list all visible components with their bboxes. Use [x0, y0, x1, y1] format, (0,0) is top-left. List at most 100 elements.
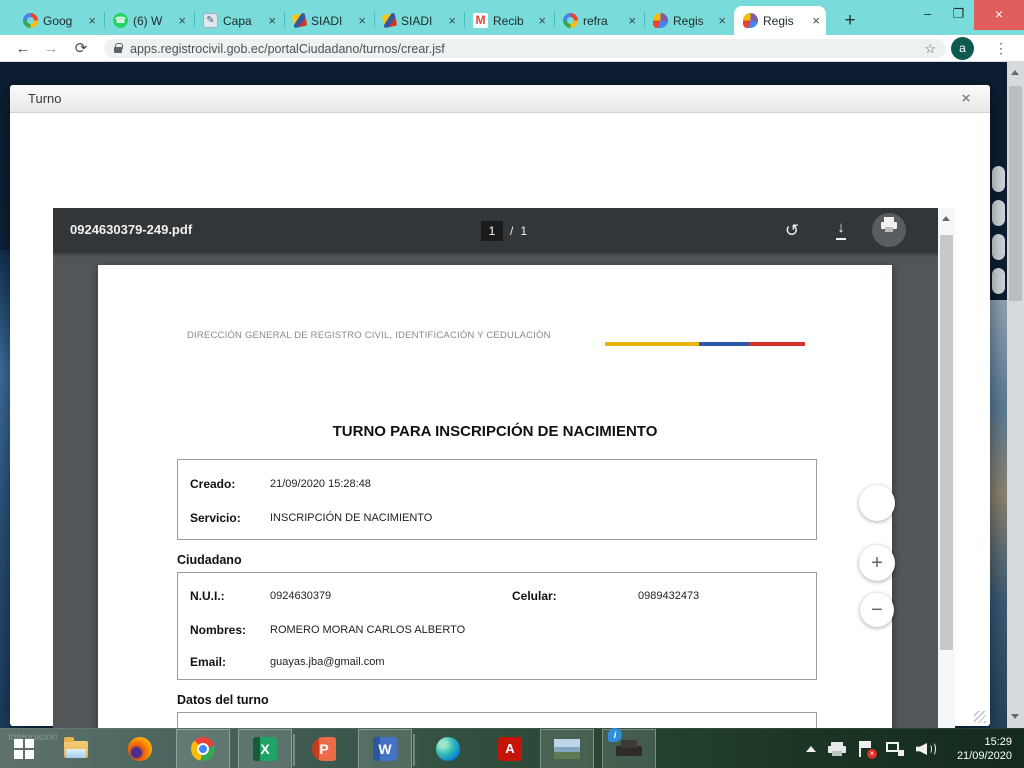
download-icon[interactable]: ↓: [829, 219, 853, 243]
tab-close-icon[interactable]: ×: [178, 13, 186, 28]
tab-separator: [554, 12, 555, 27]
tab-close-icon[interactable]: ×: [358, 13, 366, 28]
volume-icon[interactable]: [916, 741, 936, 757]
email-label: Email:: [190, 655, 226, 669]
tab-close-icon[interactable]: ×: [268, 13, 276, 28]
fit-to-page-button[interactable]: [859, 485, 895, 521]
creado-value: 21/09/2020 15:28:48: [270, 478, 371, 490]
window-close-button[interactable]: ×: [974, 0, 1024, 30]
dialog-resize-grip[interactable]: [974, 711, 986, 723]
tab-close-icon[interactable]: ×: [812, 13, 820, 28]
rotate-icon[interactable]: ↺: [780, 219, 804, 243]
dialog-header[interactable]: Turno ×: [10, 85, 990, 113]
tab-whatsapp[interactable]: ☎ (6) W ×: [104, 6, 192, 35]
start-button[interactable]: [2, 729, 46, 768]
nui-value: 0924630379: [270, 590, 331, 602]
firefox-button[interactable]: [118, 729, 162, 768]
windows-logo-icon: [14, 739, 34, 759]
powerpoint-button[interactable]: P: [302, 729, 346, 768]
dialog-close-icon[interactable]: ×: [956, 89, 976, 109]
tab-label: Goog: [43, 14, 83, 28]
file-explorer-button[interactable]: [54, 729, 98, 768]
taskbar-clock[interactable]: 15:29 21/09/2020: [938, 735, 1012, 763]
window-restore-button[interactable]: ❐: [943, 0, 974, 30]
google-favicon-icon: [23, 13, 38, 28]
gmail-favicon-icon: M: [473, 13, 488, 28]
printer-app-button[interactable]: i: [602, 729, 656, 768]
page-scrollbar[interactable]: [1007, 62, 1024, 728]
adobe-reader-button[interactable]: A: [488, 729, 532, 768]
tab-siadi-2[interactable]: SIADI ×: [374, 6, 462, 35]
tab-close-icon[interactable]: ×: [448, 13, 456, 28]
bookmark-star-icon[interactable]: ☆: [924, 41, 936, 57]
firefox-icon: [128, 737, 152, 761]
page-scrollbar-thumb[interactable]: [1009, 86, 1022, 301]
windows-taskbar: Integración X P W A: [0, 728, 1024, 768]
pdf-scroll-up-icon[interactable]: [942, 216, 950, 221]
print-button[interactable]: [872, 213, 906, 247]
tab-label: Recib: [493, 14, 533, 28]
tab-siadi-1[interactable]: SIADI ×: [284, 6, 372, 35]
ciudadano-heading: Ciudadano: [177, 553, 242, 567]
pdf-document-page: DIRECCIÓN GENERAL DE REGISTRO CIVIL, IDE…: [98, 265, 892, 761]
tab-google[interactable]: Goog ×: [14, 6, 102, 35]
new-tab-button[interactable]: +: [838, 9, 862, 33]
pdf-scrollbar-thumb[interactable]: [940, 235, 953, 650]
word-button[interactable]: W: [358, 729, 412, 768]
reload-button[interactable]: ⟳: [70, 38, 92, 60]
tab-close-icon[interactable]: ×: [718, 13, 726, 28]
profile-avatar[interactable]: a: [951, 37, 974, 60]
photo-viewer-button[interactable]: [540, 729, 594, 768]
tray-expand-icon[interactable]: [806, 746, 816, 752]
tab-close-icon[interactable]: ×: [88, 13, 96, 28]
celular-value: 0989432473: [638, 590, 699, 602]
action-center-flag-icon[interactable]: ×: [858, 741, 874, 757]
info-bubble-icon: i: [608, 728, 622, 742]
tab-label: SIADI: [311, 14, 353, 28]
siad-favicon-icon: [292, 13, 307, 28]
chrome-button[interactable]: [176, 729, 230, 768]
printer-icon: [881, 221, 897, 232]
url-text[interactable]: apps.registrocivil.gob.ec/portalCiudadan…: [130, 42, 916, 56]
menu-pill-fragment: [992, 166, 1005, 192]
adobe-reader-icon: A: [498, 737, 522, 761]
webpage-left-edge: [0, 250, 10, 728]
tray-printer-icon[interactable]: [828, 742, 846, 756]
excel-button[interactable]: X: [238, 729, 292, 768]
scroll-down-icon[interactable]: [1011, 714, 1019, 719]
back-button[interactable]: ←: [12, 38, 34, 60]
window-minimize-button[interactable]: –: [912, 0, 943, 30]
creation-info-box: [177, 459, 817, 540]
forward-button[interactable]: →: [40, 38, 62, 60]
menu-pill-fragment: [992, 234, 1005, 260]
address-bar[interactable]: apps.registrocivil.gob.ec/portalCiudadan…: [104, 39, 946, 58]
browser-menu-icon[interactable]: ⋮: [991, 37, 1011, 59]
zoom-out-button[interactable]: −: [860, 593, 894, 627]
tab-registro-active[interactable]: Regis ×: [734, 6, 826, 35]
servicio-label: Servicio:: [190, 511, 241, 525]
webpage-photo-fragment: [990, 300, 1007, 728]
tab-gmail[interactable]: M Recib ×: [464, 6, 552, 35]
padlock-icon[interactable]: [114, 47, 122, 53]
powerpoint-icon: P: [312, 737, 336, 761]
pdf-scrollbar[interactable]: [938, 208, 955, 761]
flag-yellow-segment: [605, 342, 699, 346]
tab-label: Regis: [763, 14, 807, 28]
tab-close-icon[interactable]: ×: [538, 13, 546, 28]
tab-refranes[interactable]: refra ×: [554, 6, 642, 35]
edge-button[interactable]: [426, 729, 470, 768]
scroll-up-icon[interactable]: [1011, 70, 1019, 75]
tab-registro-1[interactable]: Regis ×: [644, 6, 732, 35]
tab-label: refra: [583, 14, 623, 28]
tab-capa[interactable]: ✎ Capa ×: [194, 6, 282, 35]
tab-separator: [284, 12, 285, 27]
network-icon[interactable]: [886, 742, 904, 756]
zoom-in-button[interactable]: +: [859, 545, 895, 581]
tab-close-icon[interactable]: ×: [628, 13, 636, 28]
webpage-right-edge: [990, 62, 1007, 728]
printer-app-icon: i: [616, 740, 642, 758]
tab-label: Capa: [223, 14, 263, 28]
registro-civil-favicon-icon: [653, 13, 668, 28]
celular-label: Celular:: [512, 589, 557, 603]
download-arrow-icon: ↓: [831, 221, 851, 241]
